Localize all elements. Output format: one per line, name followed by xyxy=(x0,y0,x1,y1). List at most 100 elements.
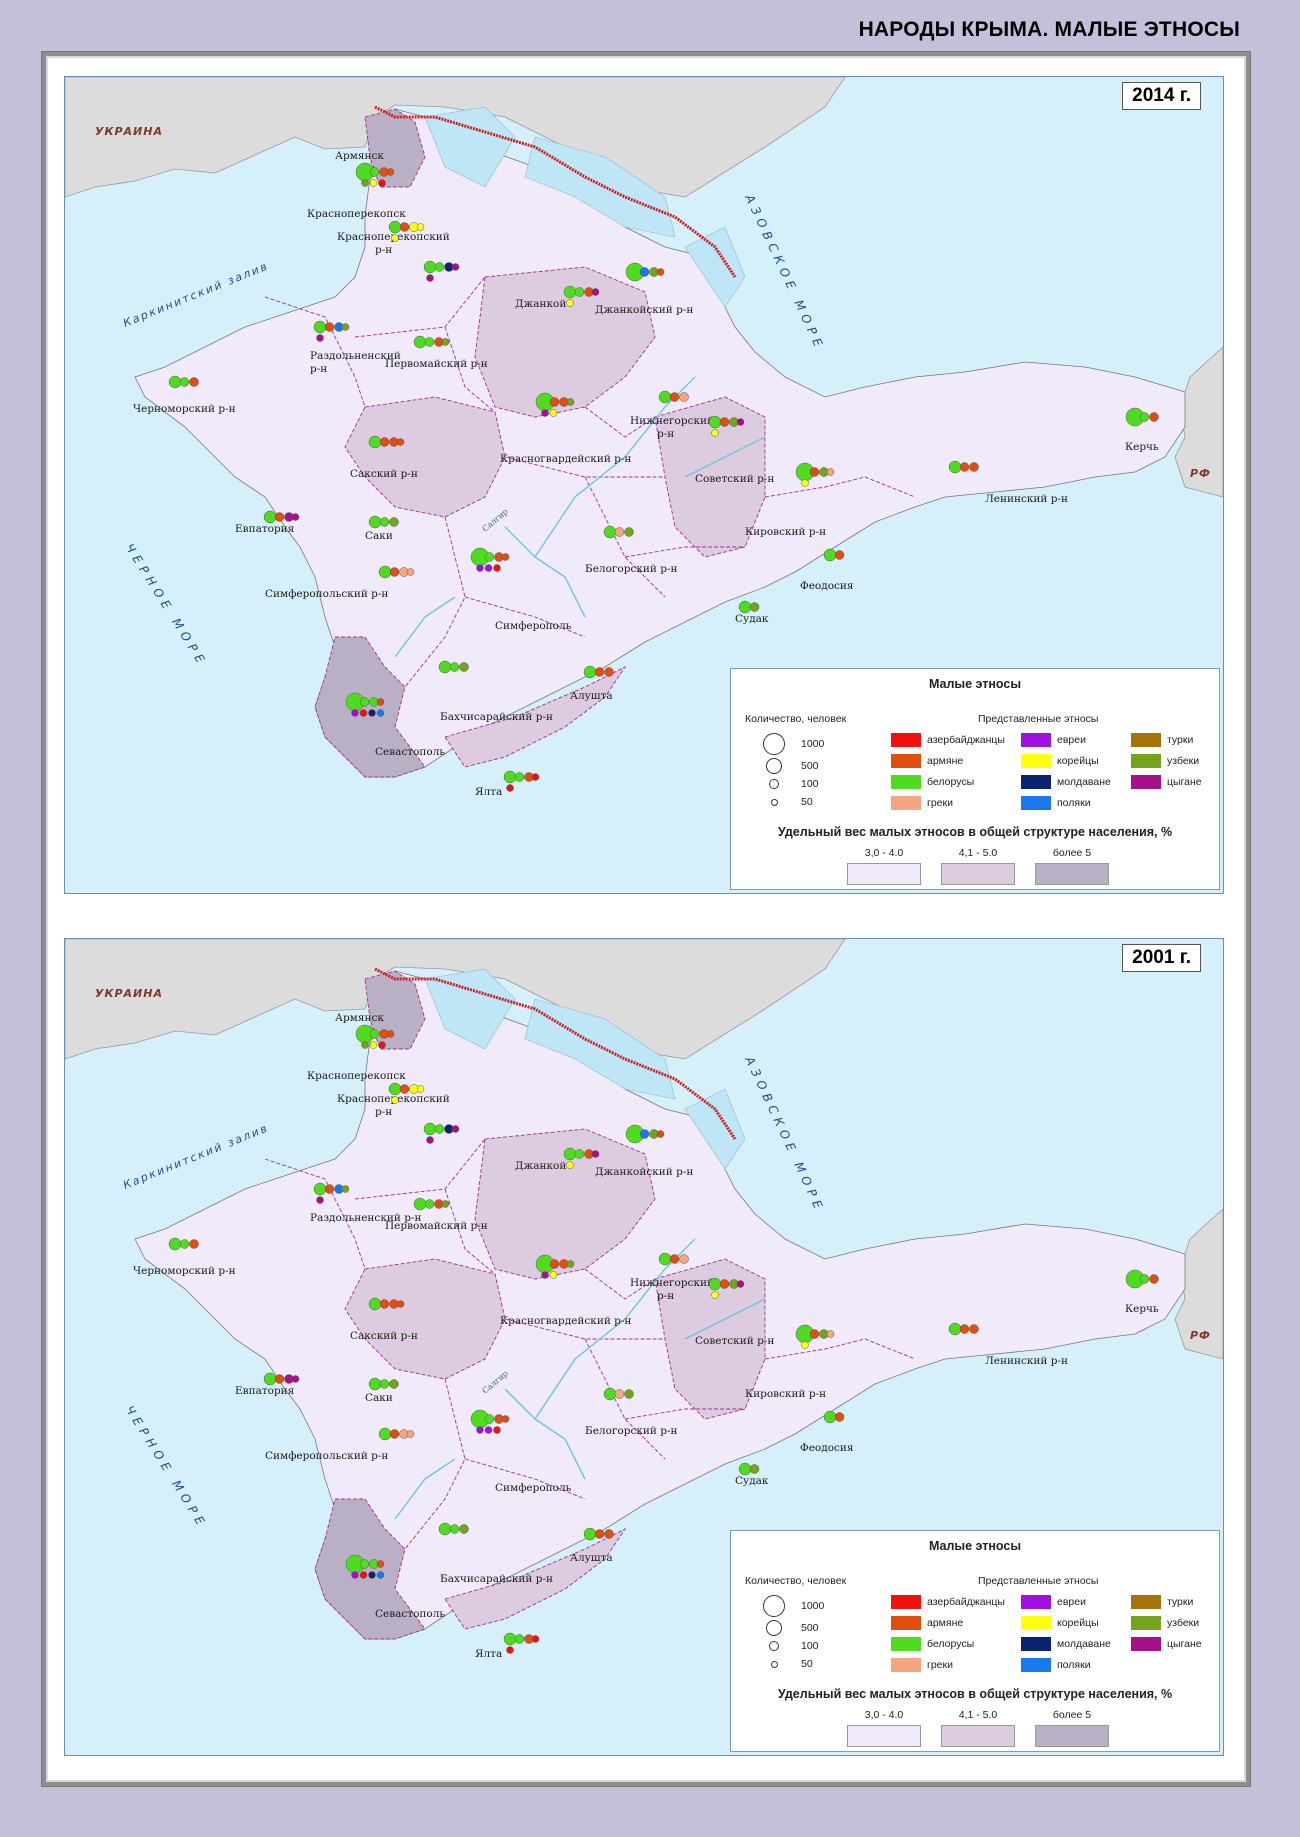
ethnos-circle xyxy=(476,564,484,572)
ethnos-circle xyxy=(948,1322,962,1336)
color-swatch xyxy=(1131,733,1161,747)
page-title: НАРОДЫ КРЫМА. МАЛЫЕ ЭТНОСЫ xyxy=(858,18,1240,41)
label-simferopolsky: Симферопольский р-н xyxy=(265,1450,388,1462)
ethnos-circle xyxy=(376,1571,385,1579)
legend-ethnos-item: корейцы xyxy=(1021,1616,1099,1630)
label-yalta: Ялта xyxy=(475,1648,502,1660)
ethnos-circle xyxy=(369,1029,380,1039)
ethnos-circle xyxy=(351,709,359,717)
legend-size-1000: 1000 xyxy=(761,733,824,755)
ethnos-circle xyxy=(736,418,745,426)
ethnos-circle xyxy=(501,1415,510,1423)
ethnos-circle xyxy=(389,517,399,527)
legend-ethnos-item: армяне xyxy=(891,1616,963,1630)
ethnos-circle xyxy=(361,179,369,187)
ethnos-circle xyxy=(603,525,617,539)
ethnos-circle xyxy=(368,709,376,717)
legend-ethnos-item: азербайджанцы xyxy=(891,733,1005,747)
ethnos-circle xyxy=(426,274,434,282)
label-razdolnensky-2: р-н xyxy=(310,363,327,375)
ethnos-circle xyxy=(449,662,460,672)
ethnos-circle xyxy=(438,1522,452,1536)
ethnos-circle xyxy=(679,392,689,402)
color-swatch xyxy=(891,754,921,768)
ethnos-circle xyxy=(376,709,385,717)
ethnos-circle xyxy=(396,438,405,446)
ethnos-circle xyxy=(809,467,820,477)
ethnos-circle xyxy=(1139,1274,1150,1284)
label-sudak: Судак xyxy=(735,1475,769,1487)
ethnos-circle xyxy=(459,1524,469,1534)
ethnos-circle xyxy=(563,1147,577,1161)
color-swatch xyxy=(1131,1616,1161,1630)
label-bakhchisaraysky: Бахчисарайский р-н xyxy=(440,711,553,723)
ethnos-circle xyxy=(658,1252,672,1266)
ethnos-circle xyxy=(506,784,514,792)
ethnos-circle xyxy=(189,377,199,387)
label-krasnogvardeysky: Красногвардейский р-н xyxy=(500,1315,631,1327)
label-leninsky: Ленинский р-н xyxy=(985,493,1068,505)
ethnos-circle xyxy=(549,409,558,417)
ethnos-circle xyxy=(708,1277,722,1291)
label-evpatoria: Евпатория xyxy=(235,523,295,535)
label-kerch: Керчь xyxy=(1125,1303,1159,1315)
color-swatch xyxy=(1021,796,1051,810)
legend-ethnos-item: молдаване xyxy=(1021,775,1111,789)
ethnos-circle xyxy=(484,564,493,572)
map-panel-2014: УКРАИНА РФ Каркинитский залив ЧЕРНОЕ МОР… xyxy=(64,76,1224,894)
label-chernomorsky: Черноморский р-н xyxy=(133,403,236,415)
ethnos-circle xyxy=(179,377,190,387)
label-pervomaysky: Первомайский р-н xyxy=(385,358,488,370)
color-swatch xyxy=(1131,754,1161,768)
color-swatch xyxy=(1021,1637,1051,1651)
ethnos-circle xyxy=(959,1324,970,1334)
ethnos-circle xyxy=(959,462,970,472)
legend-ethnos-item: белорусы xyxy=(891,775,974,789)
ethnos-circle xyxy=(1149,1274,1159,1284)
label-armyansk: Армянск xyxy=(335,150,384,162)
ethnos-circle xyxy=(823,548,837,562)
legend-ethnos-item: белорусы xyxy=(891,1637,974,1651)
color-swatch xyxy=(1021,754,1051,768)
ethnos-circle xyxy=(316,1196,324,1204)
label-belogorsky: Белогорский р-н xyxy=(585,1425,678,1437)
ethnos-circle xyxy=(379,1299,390,1309)
ethnos-circle xyxy=(624,1389,634,1399)
legend: Малые этносы Количество, человек Предста… xyxy=(730,668,1220,890)
color-swatch xyxy=(891,1637,921,1651)
ethnos-circle xyxy=(359,1559,370,1569)
ethnos-circle xyxy=(493,564,501,572)
label-sovetsky: Советский р-н xyxy=(695,473,774,485)
ethnos-circle xyxy=(341,1185,350,1193)
ethnos-circle xyxy=(423,1122,437,1136)
legend-share-high: более 5 xyxy=(1035,847,1109,885)
ethnos-circle xyxy=(406,568,415,576)
ethnos-circle xyxy=(484,552,495,562)
ethnos-circle xyxy=(168,1237,182,1251)
ethnos-circle xyxy=(566,299,574,307)
ethnos-circle xyxy=(1149,412,1159,422)
label-krasnoperekopsky-2: р-н xyxy=(375,1106,392,1118)
circle-size-icon xyxy=(766,1620,782,1636)
legend: Малые этносы Количество, человек Предста… xyxy=(730,1530,1220,1752)
label-saksky: Сакский р-н xyxy=(350,1330,418,1342)
ethnos-circle xyxy=(679,1254,689,1264)
label-leninsky: Ленинский р-н xyxy=(985,1355,1068,1367)
ethnos-circle xyxy=(399,1084,410,1094)
circle-size-icon xyxy=(770,798,778,806)
ethnos-circle xyxy=(591,288,600,296)
ethnos-circle xyxy=(361,1041,369,1049)
label-rf: РФ xyxy=(1190,467,1211,480)
label-gulf: Каркинитский залив xyxy=(121,259,270,329)
ethnos-circle xyxy=(416,223,425,231)
ethnos-circle xyxy=(291,1375,300,1383)
color-swatch xyxy=(891,1658,921,1672)
ethnos-circle xyxy=(386,1030,395,1038)
ethnos-circle xyxy=(566,398,575,406)
label-kirovsky: Кировский р-н xyxy=(745,1388,826,1400)
ethnos-circle xyxy=(376,1560,385,1568)
label-saki: Саки xyxy=(365,1392,393,1404)
label-pervomaysky: Первомайский р-н xyxy=(385,1220,488,1232)
color-swatch xyxy=(891,775,921,789)
ethnos-circle xyxy=(189,1239,199,1249)
